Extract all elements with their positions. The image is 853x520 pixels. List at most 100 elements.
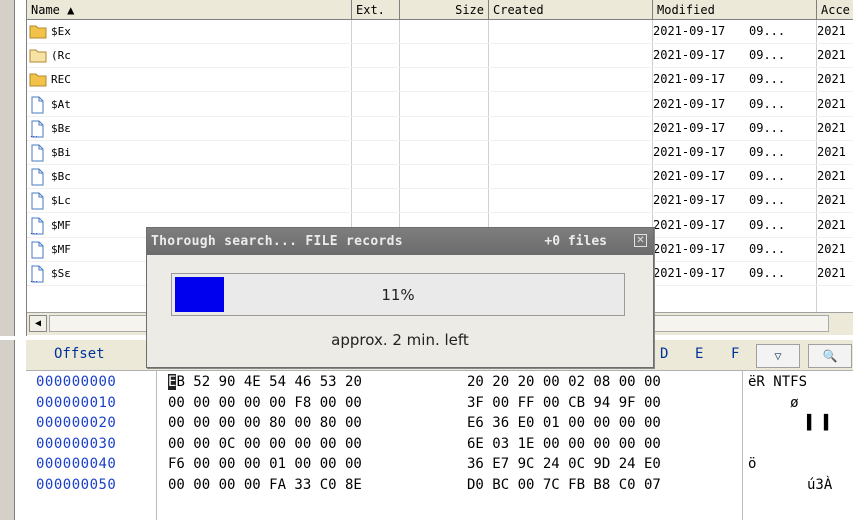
modified-time: 09... <box>749 24 786 38</box>
accessed-date: 2021 <box>817 48 846 63</box>
file-count: +0 files <box>544 234 607 249</box>
accessed-date: 2021 <box>817 72 846 87</box>
hex-ascii: ▌ ▌ <box>748 415 833 431</box>
table-row[interactable]: (Rc 2021-09-17 09... 2021 <box>27 44 853 69</box>
hex-bytes-right: 6E 03 1E 00 00 00 00 00 <box>467 435 661 452</box>
modified-date: 2021-09-17 <box>653 266 726 280</box>
hex-row[interactable]: 000000030 00 00 0C 00 00 00 00 00 6E 03 1E… <box>26 434 853 453</box>
hex-row[interactable]: 000000050 00 00 00 00 FA 33 C0 8E D0 BC 00… <box>26 475 853 494</box>
hex-col-header-f: F <box>731 346 740 362</box>
hex-bytes-left: EB 52 90 4E 54 46 53 20 <box>168 374 362 390</box>
hex-offset: 000000000 <box>36 374 117 390</box>
file-name: $MF <box>51 218 71 232</box>
hex-row[interactable]: 000000020 00 00 00 00 80 00 80 00 E6 36 E0… <box>26 413 853 432</box>
file-name: $Bε <box>51 121 71 135</box>
modified-time: 09... <box>749 96 786 111</box>
modified-date: 2021-09-17 <box>653 96 726 111</box>
column-header-modified[interactable]: Modified <box>653 0 817 20</box>
accessed-date: 2021 <box>817 169 846 184</box>
folder-icon <box>29 23 47 41</box>
table-row[interactable]: $Bc 2021-09-17 09... 2021 <box>27 165 853 190</box>
progress-dialog: Thorough search... FILE records +0 files… <box>146 227 654 368</box>
hex-offset: 000000020 <box>36 415 117 431</box>
search-icon[interactable]: 🔍 <box>808 344 852 368</box>
dialog-title: Thorough search... FILE records <box>151 234 403 249</box>
file-name: $Bc <box>51 170 71 184</box>
hex-bytes-left: 00 00 00 00 FA 33 C0 8E <box>168 476 362 493</box>
modified-date: 2021-09-17 <box>653 193 726 208</box>
hex-bytes-left: 00 00 00 00 80 00 80 00 <box>168 415 362 431</box>
file-name: $At <box>51 97 71 111</box>
file-dotted-icon: ... <box>29 120 45 139</box>
file-icon <box>29 96 45 114</box>
hex-bytes-right: E6 36 E0 01 00 00 00 00 <box>467 415 661 431</box>
hex-cursor: E <box>168 374 177 390</box>
progress-percent: 11% <box>381 286 415 304</box>
file-name: $MF <box>51 242 71 256</box>
column-header-size[interactable]: Size <box>400 0 489 20</box>
file-name: $Ex <box>51 25 71 38</box>
hex-bytes-right: 20 20 20 00 02 08 00 00 <box>467 374 661 390</box>
file-dotted-icon: ... <box>29 217 45 236</box>
hex-bytes-right: 36 E7 9C 24 0C 9D 24 E0 <box>467 456 661 472</box>
hex-col-header-d: D <box>660 346 669 362</box>
folder-light-icon <box>29 47 47 65</box>
hex-bytes-left: 00 00 0C 00 00 00 00 00 <box>168 435 362 452</box>
progress-bar: 11% <box>171 273 625 316</box>
dialog-titlebar[interactable]: Thorough search... FILE records +0 files… <box>147 228 653 255</box>
hex-bytes-right: D0 BC 00 7C FB B8 C0 07 <box>467 476 661 493</box>
accessed-date: 2021 <box>817 241 846 256</box>
modified-time: 09... <box>749 48 786 63</box>
hex-ascii: ëR NTFS <box>748 374 808 390</box>
modified-time: 09... <box>749 266 786 280</box>
modified-time: 09... <box>749 145 786 159</box>
table-row[interactable]: $At 2021-09-17 09... 2021 <box>27 93 853 117</box>
time-remaining: approx. 2 min. left <box>331 331 469 349</box>
column-header-name[interactable]: Name ▲ <box>27 0 352 20</box>
hex-row[interactable]: 000000000 EB 52 90 4E 54 46 53 20 20 20 20… <box>26 372 853 391</box>
left-panel-edge <box>0 0 15 18</box>
scroll-left-arrow-icon[interactable]: ◀ <box>29 315 47 332</box>
svg-text:...: ... <box>30 227 38 235</box>
hex-bytes-left: 00 00 00 00 00 F8 00 00 <box>168 394 362 411</box>
modified-time: 09... <box>749 241 786 256</box>
modified-time: 09... <box>749 217 786 232</box>
modified-date: 2021-09-17 <box>653 241 726 256</box>
file-icon <box>29 241 45 259</box>
hex-row[interactable]: 000000040 F6 00 00 00 01 00 00 00 36 E7 9C… <box>26 454 853 473</box>
column-header-accessed[interactable]: Acce <box>817 0 853 20</box>
accessed-date: 2021 <box>817 193 846 208</box>
hex-bytes-left: F6 00 00 00 01 00 00 00 <box>168 456 362 472</box>
modified-time: 09... <box>749 193 786 208</box>
table-row[interactable]: $Ex 2021-09-17 09... 2021 <box>27 20 853 44</box>
dropdown-chevron-icon[interactable]: ▽ <box>756 344 800 368</box>
hex-offset: 000000050 <box>36 476 117 493</box>
accessed-date: 2021 <box>817 96 846 111</box>
table-row[interactable]: $Bi 2021-09-17 09... 2021 <box>27 141 853 165</box>
hex-ascii: ú3À <box>748 476 833 493</box>
column-header-created[interactable]: Created <box>489 0 653 20</box>
table-row[interactable]: REC 2021-09-17 09... 2021 <box>27 68 853 93</box>
hex-col-header-e: E <box>695 346 704 362</box>
folder-icon <box>29 71 47 89</box>
svg-text:...: ... <box>30 130 38 138</box>
accessed-date: 2021 <box>817 217 846 232</box>
file-name: $Sε <box>51 267 71 280</box>
offset-header: Offset <box>54 346 105 362</box>
hex-offset: 000000030 <box>36 435 117 452</box>
file-name: REC <box>51 73 71 87</box>
column-header-ext[interactable]: Ext. <box>352 0 400 20</box>
hex-row[interactable]: 000000010 00 00 00 00 00 F8 00 00 3F 00 FF… <box>26 393 853 412</box>
left-panel-strip <box>0 18 15 336</box>
svg-text:...: ... <box>30 275 38 283</box>
table-row[interactable]: ... $Bε 2021-09-17 09... 2021 <box>27 117 853 141</box>
file-name: (Rc <box>51 49 71 63</box>
file-icon <box>29 192 45 210</box>
accessed-date: 2021 <box>817 120 846 135</box>
close-icon[interactable]: ✕ <box>634 234 647 247</box>
modified-date: 2021-09-17 <box>653 217 726 232</box>
modified-time: 09... <box>749 169 786 184</box>
table-row[interactable]: $Lc 2021-09-17 09... 2021 <box>27 189 853 214</box>
modified-date: 2021-09-17 <box>653 24 726 38</box>
file-name: $Lc <box>51 194 71 208</box>
